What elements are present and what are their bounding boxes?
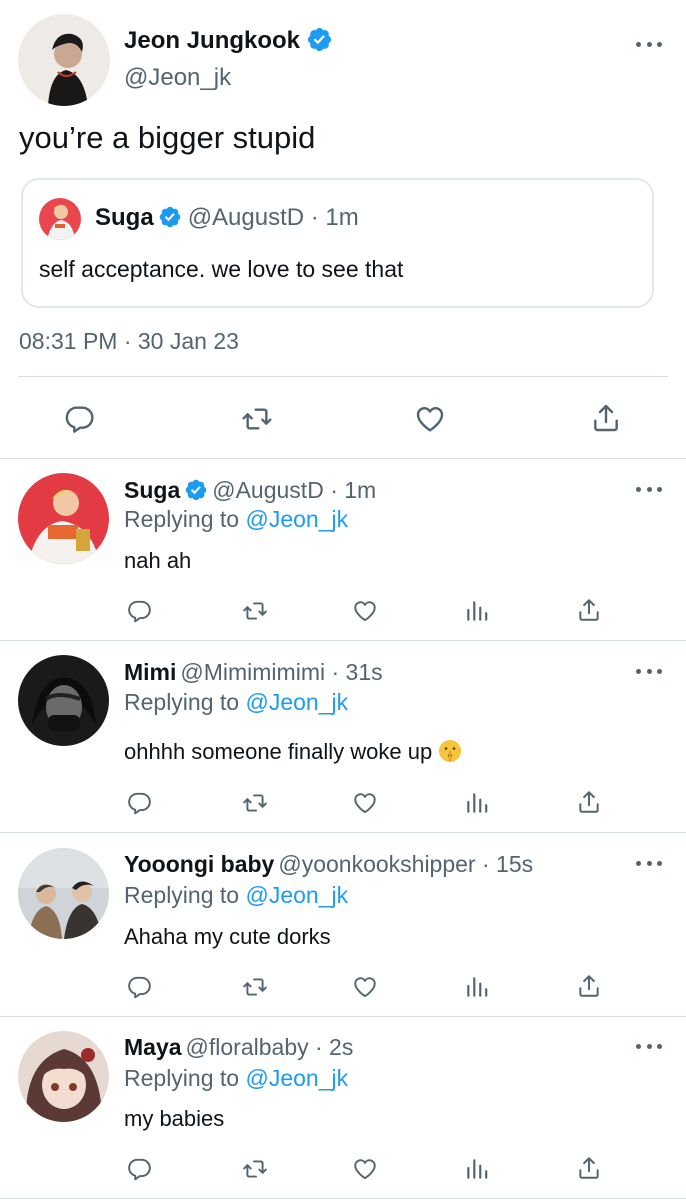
reply-text: my babies	[124, 1106, 225, 1131]
replying-to: Replying to @Jeon_jk	[124, 1065, 348, 1092]
reply-icon[interactable]	[126, 1156, 152, 1182]
retweet-icon[interactable]	[240, 790, 270, 816]
avatar[interactable]	[18, 655, 109, 746]
reply-author-handle[interactable]: @floralbaby · 2s	[186, 1034, 354, 1060]
verified-badge-icon	[184, 478, 208, 502]
tweet-timestamp[interactable]: 08:31 PM · 30 Jan 23	[19, 328, 239, 355]
reply-header: Yooongi baby @yoonkookshipper · 15s	[124, 851, 533, 878]
more-options-icon[interactable]	[636, 858, 662, 868]
reply-author-handle[interactable]: @Mimimimimi · 31s	[180, 659, 382, 685]
replying-to-link[interactable]: @Jeon_jk	[245, 882, 348, 908]
like-icon[interactable]	[352, 1156, 378, 1182]
divider	[0, 1198, 686, 1199]
retweet-icon[interactable]	[240, 598, 270, 624]
reply-icon[interactable]	[63, 403, 95, 435]
more-options-icon[interactable]	[636, 484, 662, 494]
analytics-icon[interactable]	[464, 1156, 490, 1182]
author-name-label: Jeon Jungkook	[124, 27, 301, 54]
reply-icon[interactable]	[126, 974, 152, 1000]
reply-author-handle[interactable]: @AugustD · 1m	[212, 477, 376, 503]
share-icon[interactable]	[576, 973, 602, 999]
quoted-author-name: Suga	[95, 204, 154, 231]
divider	[0, 832, 686, 833]
avatar[interactable]	[18, 848, 109, 939]
quoted-avatar	[39, 198, 81, 240]
share-icon[interactable]	[590, 402, 622, 434]
analytics-icon[interactable]	[464, 974, 490, 1000]
more-options-icon[interactable]	[636, 1041, 662, 1051]
replying-to: Replying to @Jeon_jk	[124, 882, 348, 909]
shushing-face-icon	[438, 739, 462, 763]
reply-icon[interactable]	[126, 598, 152, 624]
reply-icon[interactable]	[126, 790, 152, 816]
replying-to-label: Replying to	[124, 689, 240, 715]
reply-text-content: ohhhh someone finally woke up	[124, 739, 433, 764]
verified-badge-icon	[306, 26, 333, 53]
retweet-icon[interactable]	[240, 403, 274, 435]
replying-to-link[interactable]: @Jeon_jk	[245, 1065, 348, 1091]
avatar[interactable]	[18, 14, 110, 106]
divider	[0, 458, 686, 459]
retweet-icon[interactable]	[240, 1156, 270, 1182]
replying-to-label: Replying to	[124, 1065, 240, 1091]
reply-text: Ahaha my cute dorks	[124, 924, 331, 949]
quoted-tweet-text: self acceptance. we love to see that	[39, 256, 404, 282]
replying-to-link[interactable]: @Jeon_jk	[245, 506, 348, 532]
reply-header: Mimi @Mimimimimi · 31s	[124, 659, 383, 686]
like-icon[interactable]	[352, 598, 378, 624]
analytics-icon[interactable]	[464, 598, 490, 624]
replying-to: Replying to @Jeon_jk	[124, 689, 348, 716]
author-name[interactable]: Jeon Jungkook	[124, 26, 333, 55]
reply-header: Suga @AugustD · 1m	[124, 477, 376, 504]
tweet-text: you’re a bigger stupid	[19, 120, 316, 155]
replying-to-label: Replying to	[124, 506, 240, 532]
share-icon[interactable]	[576, 789, 602, 815]
share-icon[interactable]	[576, 1155, 602, 1181]
divider	[0, 640, 686, 641]
replying-to-link[interactable]: @Jeon_jk	[245, 689, 348, 715]
avatar[interactable]	[18, 1031, 109, 1122]
like-icon[interactable]	[414, 403, 446, 435]
more-options-icon[interactable]	[636, 39, 662, 49]
verified-badge-icon	[158, 205, 182, 229]
divider	[18, 376, 668, 377]
quoted-header: Suga @AugustD · 1m	[95, 204, 359, 232]
more-options-icon[interactable]	[636, 666, 662, 676]
avatar[interactable]	[18, 473, 109, 564]
reply-author-name[interactable]: Mimi	[124, 659, 176, 685]
reply-author-name[interactable]: Suga	[124, 477, 180, 503]
share-icon[interactable]	[576, 597, 602, 623]
reply-author-name[interactable]: Yooongi baby	[124, 851, 274, 877]
author-handle[interactable]: @Jeon_jk	[124, 64, 231, 92]
quoted-author-handle: @AugustD · 1m	[187, 204, 359, 231]
reply-author-handle[interactable]: @yoonkookshipper · 15s	[278, 851, 533, 877]
reply-text: ohhhh someone finally woke up	[124, 739, 462, 765]
reply-text: nah ah	[124, 548, 192, 573]
like-icon[interactable]	[352, 974, 378, 1000]
reply-header: Maya @floralbaby · 2s	[124, 1034, 353, 1061]
analytics-icon[interactable]	[464, 790, 490, 816]
divider	[0, 1016, 686, 1017]
replying-to-label: Replying to	[124, 882, 240, 908]
quoted-tweet[interactable]: Suga @AugustD · 1m self acceptance. we lo…	[21, 178, 654, 308]
retweet-icon[interactable]	[240, 974, 270, 1000]
reply-author-name[interactable]: Maya	[124, 1034, 182, 1060]
replying-to: Replying to @Jeon_jk	[124, 506, 348, 533]
like-icon[interactable]	[352, 790, 378, 816]
